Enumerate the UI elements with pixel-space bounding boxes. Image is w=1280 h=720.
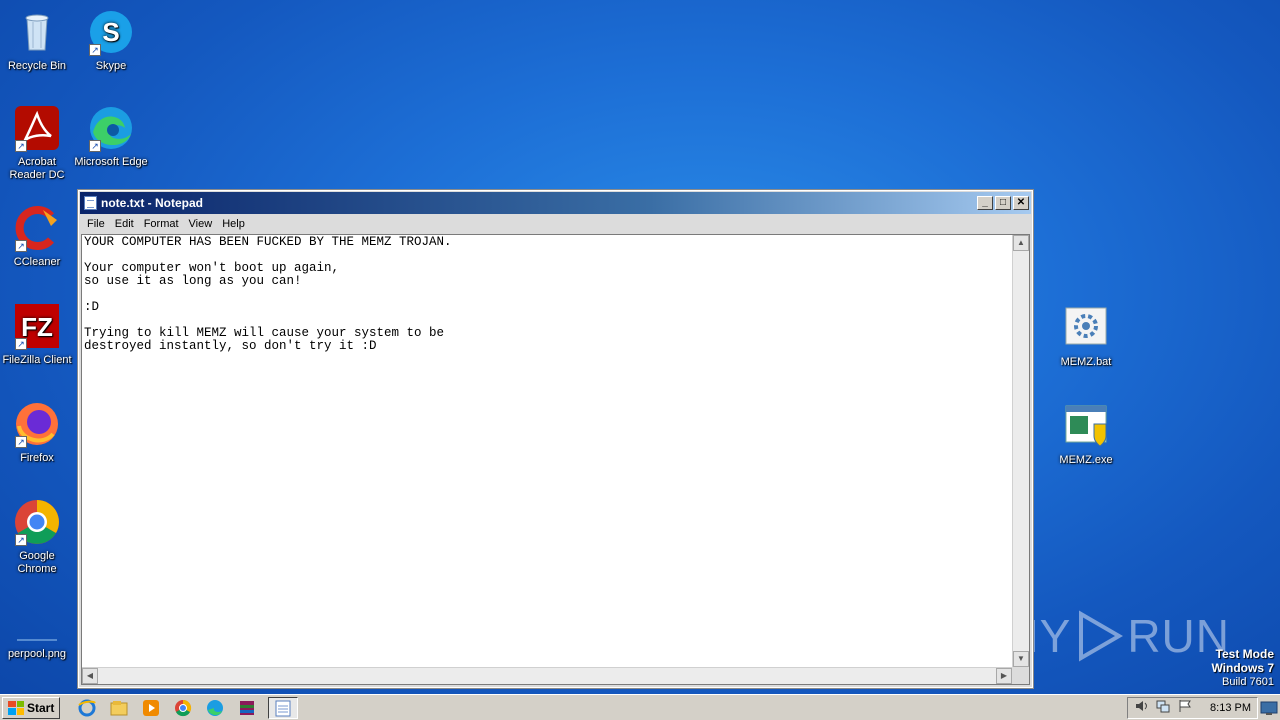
close-button[interactable]: ✕ bbox=[1013, 196, 1029, 210]
show-desktop-icon[interactable] bbox=[1260, 698, 1278, 716]
system-tray: 8:13 PM bbox=[1127, 696, 1258, 719]
desktop-icon-label: Google Chrome bbox=[17, 550, 57, 575]
scroll-down-icon[interactable]: ▼ bbox=[1013, 651, 1029, 667]
desktop-icon-label: MEMZ.exe bbox=[1059, 454, 1113, 466]
desktop-icon-edge[interactable]: ↗ Microsoft Edge bbox=[74, 104, 148, 169]
desktop-icon-memz-exe[interactable]: MEMZ.exe bbox=[1049, 402, 1123, 467]
vertical-scrollbar[interactable]: ▲ ▼ bbox=[1012, 235, 1029, 667]
window-title: note.txt - Notepad bbox=[101, 196, 203, 210]
shortcut-arrow-icon: ↗ bbox=[15, 140, 27, 152]
shortcut-arrow-icon: ↗ bbox=[89, 44, 101, 56]
scroll-right-icon[interactable]: ▶ bbox=[996, 668, 1012, 684]
text-editor[interactable]: YOUR COMPUTER HAS BEEN FUCKED BY THE MEM… bbox=[81, 234, 1030, 685]
desktop-icon-label: Firefox bbox=[20, 452, 54, 464]
notepad-taskbar-icon[interactable] bbox=[268, 696, 299, 719]
skype-icon: S ↗ bbox=[87, 8, 135, 56]
notepad-window[interactable]: note.txt - Notepad _ □ ✕ File Edit Forma… bbox=[77, 189, 1034, 689]
menu-format[interactable]: Format bbox=[139, 218, 184, 230]
clock[interactable]: 8:13 PM bbox=[1210, 702, 1251, 714]
desktop-icon-recycle-bin[interactable]: Recycle Bin bbox=[0, 8, 74, 73]
desktop-icon-chrome[interactable]: ↗ Google Chrome bbox=[0, 498, 74, 576]
edge-taskbar-icon[interactable] bbox=[204, 697, 226, 719]
menu-help[interactable]: Help bbox=[217, 218, 250, 230]
desktop-icon-label: Skype bbox=[95, 60, 127, 72]
desktop-icon-filezilla[interactable]: FZ ↗ FileZilla Client bbox=[0, 302, 74, 367]
shortcut-arrow-icon: ↗ bbox=[15, 240, 27, 252]
menu-file[interactable]: File bbox=[82, 218, 110, 230]
play-logo-icon bbox=[1079, 610, 1124, 662]
start-label: Start bbox=[27, 700, 55, 715]
note-content[interactable]: YOUR COMPUTER HAS BEEN FUCKED BY THE MEM… bbox=[84, 236, 1009, 664]
exe-file-icon bbox=[1062, 402, 1110, 450]
minimize-button[interactable]: _ bbox=[977, 196, 993, 210]
horizontal-scrollbar[interactable]: ◀ ▶ bbox=[82, 667, 1012, 684]
svg-text:S: S bbox=[102, 17, 119, 47]
start-button[interactable]: Start bbox=[2, 696, 61, 719]
desktop-icon-label: Acrobat Reader DC bbox=[9, 156, 65, 181]
test-mode-notice: Test Mode Windows 7 Build 7601 bbox=[1211, 648, 1274, 689]
media-player-icon[interactable] bbox=[140, 697, 162, 719]
desktop-icon-label: CCleaner bbox=[13, 256, 61, 268]
desktop-icon-label: Recycle Bin bbox=[7, 60, 67, 72]
test-mode-line2: Windows 7 bbox=[1211, 661, 1274, 675]
test-mode-line3: Build 7601 bbox=[1222, 676, 1274, 688]
desktop-icon-label: FileZilla Client bbox=[2, 354, 72, 366]
explorer-icon[interactable] bbox=[108, 697, 130, 719]
recycle-bin-icon bbox=[13, 8, 61, 56]
volume-icon[interactable] bbox=[1134, 699, 1148, 716]
shortcut-arrow-icon: ↗ bbox=[15, 338, 27, 350]
batch-file-icon bbox=[1062, 304, 1110, 352]
ie-icon[interactable] bbox=[76, 697, 98, 719]
menu-edit[interactable]: Edit bbox=[110, 218, 139, 230]
desktop-icon-label: perpool.png bbox=[7, 648, 67, 660]
shortcut-arrow-icon: ↗ bbox=[15, 436, 27, 448]
scroll-left-icon[interactable]: ◀ bbox=[82, 668, 98, 684]
desktop-icon-ccleaner[interactable]: ↗ CCleaner bbox=[0, 204, 74, 269]
test-mode-line1: Test Mode bbox=[1215, 647, 1274, 661]
desktop-icon-label: MEMZ.bat bbox=[1060, 356, 1112, 368]
shortcut-arrow-icon: ↗ bbox=[15, 534, 27, 546]
desktop-icon-acrobat[interactable]: ↗ Acrobat Reader DC bbox=[0, 104, 74, 182]
desktop-icon-memz-bat[interactable]: MEMZ.bat bbox=[1049, 304, 1123, 369]
ccleaner-icon: ↗ bbox=[13, 204, 61, 252]
shortcut-arrow-icon: ↗ bbox=[89, 140, 101, 152]
acrobat-icon: ↗ bbox=[13, 104, 61, 152]
image-file-icon bbox=[13, 596, 61, 644]
winrar-icon[interactable] bbox=[236, 697, 258, 719]
chrome-icon: ↗ bbox=[13, 498, 61, 546]
notepad-icon bbox=[84, 196, 97, 210]
desktop-icon-skype[interactable]: S ↗ Skype bbox=[74, 8, 148, 73]
taskbar: Start 8:13 PM bbox=[0, 694, 1280, 720]
notepad-titlebar[interactable]: note.txt - Notepad _ □ ✕ bbox=[80, 192, 1031, 214]
desktop-icon-firefox[interactable]: ↗ Firefox bbox=[0, 400, 74, 465]
scroll-up-icon[interactable]: ▲ bbox=[1013, 235, 1029, 251]
desktop-icon-perpool[interactable]: perpool.png bbox=[0, 596, 74, 661]
edge-icon: ↗ bbox=[87, 104, 135, 152]
network-icon[interactable] bbox=[1156, 699, 1170, 716]
menu-view[interactable]: View bbox=[184, 218, 218, 230]
chrome-taskbar-icon[interactable] bbox=[172, 697, 194, 719]
filezilla-icon: FZ ↗ bbox=[13, 302, 61, 350]
windows-logo-icon bbox=[8, 700, 24, 715]
action-center-flag-icon[interactable] bbox=[1178, 699, 1192, 716]
desktop-icon-label: Microsoft Edge bbox=[74, 156, 148, 168]
menu-bar: File Edit Format View Help bbox=[78, 214, 1033, 234]
firefox-icon: ↗ bbox=[13, 400, 61, 448]
resize-grip-icon[interactable] bbox=[1012, 667, 1029, 684]
maximize-button[interactable]: □ bbox=[995, 196, 1011, 210]
